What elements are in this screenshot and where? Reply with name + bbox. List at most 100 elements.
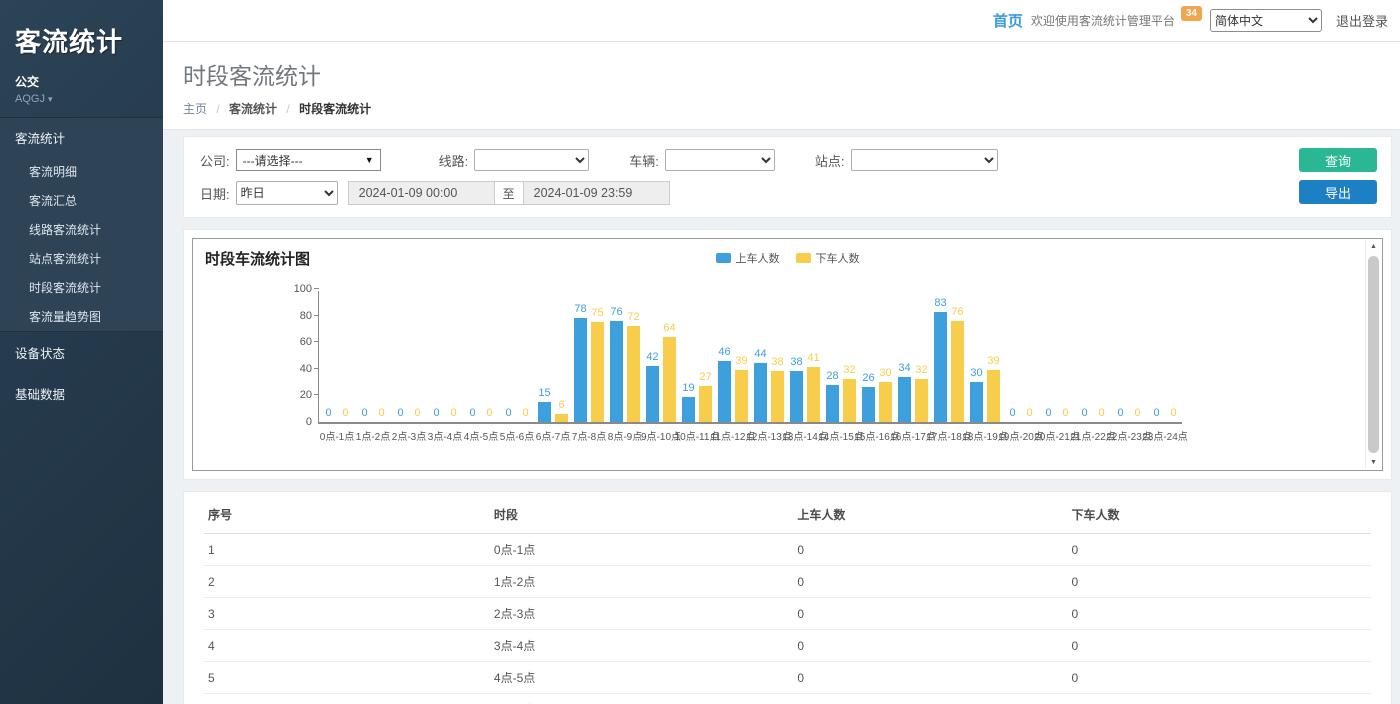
scroll-down-icon[interactable]: ▼: [1366, 459, 1381, 466]
bar-group: 4264: [643, 289, 679, 422]
chart-vertical-scrollbar[interactable]: ▲ ▼: [1365, 240, 1381, 469]
bar-alighting[interactable]: 39: [987, 370, 1000, 422]
line-select[interactable]: [474, 149, 589, 171]
bar-boarding[interactable]: 15: [538, 402, 551, 422]
line-label: 线路:: [439, 151, 469, 170]
sidebar-section-passenger-stats: 客流统计客流明细客流汇总线路客流统计站点客流统计时段客流统计客流量趋势图: [0, 117, 163, 332]
bar-value-label: 38: [790, 356, 802, 368]
bar-boarding[interactable]: 76: [610, 321, 623, 422]
date-preset-select[interactable]: 昨日: [236, 181, 338, 205]
bar-value-label: 32: [915, 364, 927, 376]
sidebar-item-flow-summary[interactable]: 客流汇总: [0, 186, 163, 215]
bar-group: 00: [1039, 289, 1075, 422]
bar-value-label: 0: [1117, 407, 1123, 419]
bar-value-label: 28: [826, 370, 838, 382]
bar-value-label: 0: [1153, 407, 1159, 419]
sidebar-item-period-flow-stats[interactable]: 时段客流统计: [0, 273, 163, 302]
bar-alighting[interactable]: 32: [915, 379, 928, 422]
date-start-input[interactable]: [348, 181, 495, 205]
chevron-down-icon: ▾: [48, 94, 53, 104]
bar-boarding[interactable]: 28: [826, 385, 839, 422]
bar-value-label: 0: [1009, 407, 1015, 419]
bar-alighting[interactable]: 27: [699, 386, 712, 422]
bar-boarding[interactable]: 44: [754, 363, 767, 422]
x-axis-label: 4点-5点: [463, 428, 499, 443]
legend-item[interactable]: 下车人数: [796, 250, 860, 266]
bar-value-label: 27: [699, 371, 711, 383]
table-cell: 5点-6点: [490, 694, 793, 704]
chart-plot-area: 020406080100000点-1点001点-2点002点-3点003点-4点…: [318, 291, 1182, 424]
date-end-input[interactable]: [523, 181, 670, 205]
bar-group: 8376: [931, 289, 967, 422]
bar-alighting[interactable]: 41: [807, 367, 820, 422]
language-select[interactable]: 简体中文: [1210, 9, 1322, 32]
bar-value-label: 78: [574, 303, 586, 315]
bar-boarding[interactable]: 42: [646, 366, 659, 422]
bar-alighting[interactable]: 38: [771, 371, 784, 422]
export-button[interactable]: 导出: [1299, 180, 1377, 204]
x-axis-label: 5点-6点: [499, 428, 535, 443]
table-cell: 4: [204, 630, 490, 662]
bar-alighting[interactable]: 6: [555, 414, 568, 422]
bar-boarding[interactable]: 26: [862, 387, 875, 422]
page-title: 时段客流统计: [183, 57, 1380, 91]
filter-panel: 公司: ---请选择--- ▼ 线路: 车辆: 站点: 日期: 昨日 至: [183, 136, 1392, 218]
sidebar-item-flow-detail[interactable]: 客流明细: [0, 157, 163, 186]
bar-alighting[interactable]: 76: [951, 321, 964, 422]
scrollbar-thumb[interactable]: [1368, 256, 1379, 453]
bar-alighting[interactable]: 72: [627, 326, 640, 422]
breadcrumb-section[interactable]: 客流统计: [229, 102, 277, 116]
sidebar-item-device-status[interactable]: 设备状态: [0, 332, 163, 373]
bar-boarding[interactable]: 19: [682, 397, 695, 422]
sidebar-item-flow-trend-chart[interactable]: 客流量趋势图: [0, 302, 163, 331]
chart-box: 时段车流统计图 上车人数下车人数 020406080100000点-1点001点…: [192, 238, 1383, 471]
table-cell: 0: [1068, 598, 1371, 630]
page-header: 时段客流统计 主页 / 客流统计 / 时段客流统计: [163, 42, 1400, 130]
bar-value-label: 0: [414, 407, 420, 419]
org-code-dropdown[interactable]: AQGJ ▾: [0, 90, 163, 117]
bar-value-label: 0: [342, 407, 348, 419]
sidebar-item-base-data[interactable]: 基础数据: [0, 373, 163, 414]
sidebar-item-line-flow-stats[interactable]: 线路客流统计: [0, 215, 163, 244]
company-select[interactable]: ---请选择--- ▼: [236, 149, 381, 171]
sidebar-item-station-flow-stats[interactable]: 站点客流统计: [0, 244, 163, 273]
breadcrumb-home[interactable]: 主页: [183, 102, 207, 116]
bar-alighting[interactable]: 39: [735, 370, 748, 422]
notification-badge[interactable]: 34: [1181, 6, 1202, 21]
query-button[interactable]: 查询: [1299, 148, 1377, 172]
legend-swatch: [796, 253, 811, 263]
bar-alighting[interactable]: 64: [663, 337, 676, 422]
vehicle-select[interactable]: [665, 149, 775, 171]
table-cell: 0: [1068, 566, 1371, 598]
legend-item[interactable]: 上车人数: [716, 250, 780, 266]
sidebar-item-passenger-stats[interactable]: 客流统计: [0, 118, 163, 157]
bar-value-label: 0: [486, 407, 492, 419]
bar-boarding[interactable]: 38: [790, 371, 803, 422]
bar-alighting[interactable]: 32: [843, 379, 856, 422]
org-name: 公交: [0, 59, 163, 90]
bar-group: 00: [499, 289, 535, 422]
bar-value-label: 30: [970, 367, 982, 379]
bar-value-label: 0: [522, 407, 528, 419]
x-axis-label: 23点-24点: [1147, 428, 1183, 443]
bar-group: 3432: [895, 289, 931, 422]
bar-alighting[interactable]: 30: [879, 382, 892, 422]
bar-boarding[interactable]: 78: [574, 318, 587, 422]
bar-value-label: 0: [1170, 407, 1176, 419]
bar-boarding[interactable]: 30: [970, 382, 983, 422]
period-flow-table: 序号 时段 上车人数 下车人数 10点-1点0021点-2点0032点-3点00…: [204, 494, 1371, 704]
bar-group: 7672: [607, 289, 643, 422]
bar-boarding[interactable]: 34: [898, 377, 911, 422]
bar-group: 00: [1003, 289, 1039, 422]
bar-boarding[interactable]: 83: [934, 312, 947, 422]
scroll-up-icon[interactable]: ▲: [1366, 243, 1381, 250]
bar-group: 2630: [859, 289, 895, 422]
station-select[interactable]: [851, 149, 998, 171]
home-link[interactable]: 首页: [993, 10, 1023, 31]
company-label: 公司:: [200, 151, 230, 170]
table-cell: 0: [1068, 534, 1371, 566]
logout-link[interactable]: 退出登录: [1336, 11, 1388, 30]
table-cell: 0: [793, 534, 1067, 566]
bar-alighting[interactable]: 75: [591, 322, 604, 422]
bar-boarding[interactable]: 46: [718, 361, 731, 422]
